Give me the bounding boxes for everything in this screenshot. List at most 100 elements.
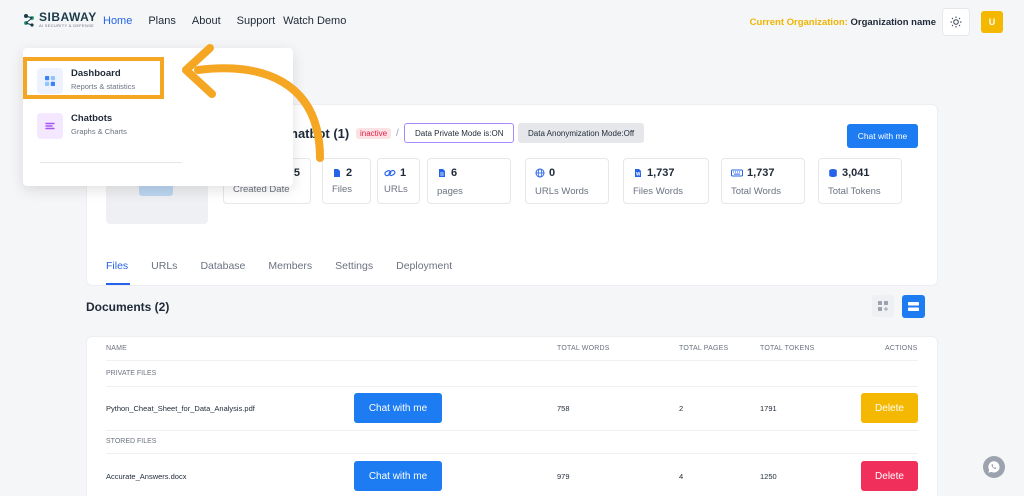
tab-members[interactable]: Members [268, 260, 312, 272]
stat-value: 0 [549, 167, 556, 179]
nav-home[interactable]: Home [103, 15, 132, 27]
stat-pages: 6 pages [427, 158, 511, 204]
section-private-files: PRIVATE FILES [106, 370, 157, 377]
stat-value-row: 3,041 [828, 167, 870, 179]
tutorial-highlight-box [23, 57, 164, 99]
stat-label: URLs Words [535, 186, 589, 197]
org-label: Current Organization: [749, 17, 848, 28]
file-name[interactable]: Python_Cheat_Sheet_for_Data_Analysis.pdf [106, 404, 255, 413]
nav-watch-demo[interactable]: Watch Demo [283, 15, 346, 27]
column-header-tokens: TOTAL TOKENS [760, 345, 815, 352]
active-tab-indicator [106, 283, 130, 285]
file-tokens: 1250 [760, 472, 777, 481]
stat-value-row: 1 [384, 167, 406, 179]
globe-icon [535, 168, 545, 178]
grid-view-button[interactable] [872, 295, 894, 317]
grid-icon [878, 301, 888, 311]
stat-label: pages [437, 186, 463, 197]
stat-value-row: 0 [535, 167, 555, 179]
sun-icon [950, 16, 962, 28]
column-header-words: TOTAL WORDS [557, 345, 610, 352]
tab-deployment[interactable]: Deployment [396, 260, 452, 272]
stat-label: URLs [384, 184, 408, 195]
stat-value: 1 [400, 167, 407, 179]
stat-label: Total Words [731, 186, 781, 197]
list-icon [908, 302, 919, 311]
file-pages: 2 [679, 404, 684, 413]
divider [106, 360, 918, 361]
stat-value-row: 1,737 [731, 167, 775, 179]
keyboard-icon [731, 169, 743, 177]
stat-label: Files Words [633, 186, 683, 197]
divider [106, 453, 918, 454]
word-file-icon: W [635, 169, 641, 177]
nav-support[interactable]: Support [237, 15, 276, 27]
file-pages: 4 [679, 472, 684, 481]
tab-urls[interactable]: URLs [151, 260, 177, 272]
separator: / [396, 128, 399, 139]
file-words: 758 [557, 404, 570, 413]
tab-files[interactable]: Files [106, 260, 128, 272]
tab-settings[interactable]: Settings [335, 260, 373, 272]
whatsapp-chat-button[interactable] [983, 456, 1005, 478]
dropdown-item-chatbots[interactable]: Chatbots Graphs & Charts [37, 113, 127, 139]
stat-value: 2 [346, 167, 353, 179]
file-name[interactable]: Accurate_Answers.docx [106, 472, 186, 481]
divider [106, 430, 918, 431]
stat-urls: 1 URLs [377, 158, 420, 204]
stat-label: Files [332, 184, 353, 195]
column-header-actions: ACTIONS [885, 345, 918, 352]
row-chat-button[interactable]: Chat with me [354, 461, 442, 491]
theme-toggle-button[interactable] [942, 8, 970, 36]
svg-text:W: W [636, 172, 641, 177]
chatbot-title: hatbot (1) [290, 126, 350, 141]
chat-with-me-button[interactable]: Chat with me [847, 124, 918, 148]
dropdown-divider [40, 162, 182, 163]
whatsapp-icon [988, 461, 1000, 473]
dropdown-item-title: Chatbots [71, 113, 113, 124]
private-mode-badge[interactable]: Data Private Mode is:ON [404, 123, 515, 143]
stat-files-words: W 1,737 Files Words [623, 158, 709, 204]
nav-about[interactable]: About [192, 15, 221, 27]
section-stored-files: STORED FILES [106, 438, 157, 445]
stat-total-tokens: 3,041 Total Tokens [818, 158, 902, 204]
stat-value-row: W 1,737 [633, 167, 675, 179]
file-icon [334, 169, 340, 177]
anonymization-mode-badge[interactable]: Data Anonymization Mode:Off [518, 123, 645, 143]
chatbot-tabs: Files URLs Database Members Settings Dep… [106, 260, 475, 272]
brand-logo[interactable]: SIBAWAY AI SECURITY & DEFENSE [22, 11, 97, 28]
stat-value: 5 [293, 167, 300, 179]
stat-label: Total Tokens [828, 186, 881, 197]
list-view-button[interactable] [902, 295, 925, 318]
brand-name: SIBAWAY [39, 10, 97, 24]
status-badge: inactive [356, 128, 392, 139]
brand-tagline: AI SECURITY & DEFENSE [39, 23, 95, 28]
user-avatar[interactable]: U [981, 11, 1003, 33]
chatbot-icon [37, 113, 63, 139]
column-header-name: NAME [106, 345, 128, 352]
stat-value: 1,737 [647, 167, 675, 179]
main-nav: Home Plans About Support Watch Demo [103, 15, 362, 27]
file-words: 979 [557, 472, 570, 481]
stat-value: 6 [451, 167, 458, 179]
link-icon [384, 169, 396, 177]
divider [106, 386, 918, 387]
documents-title: Documents (2) [86, 300, 170, 314]
file-tokens: 1791 [760, 404, 777, 413]
top-navbar: SIBAWAY AI SECURITY & DEFENSE Home Plans… [0, 0, 1024, 46]
database-icon [829, 169, 837, 177]
nav-plans[interactable]: Plans [148, 15, 176, 27]
column-header-pages: TOTAL PAGES [679, 345, 729, 352]
dropdown-item-subtitle: Graphs & Charts [71, 127, 127, 136]
current-organization[interactable]: Current Organization: Organization name [750, 17, 936, 28]
row-chat-button[interactable]: Chat with me [354, 393, 442, 423]
stat-value-row: 2 [332, 167, 352, 179]
logo-mark-icon [24, 13, 34, 27]
stat-value-row: 6 [437, 167, 457, 179]
delete-button[interactable]: Delete [861, 461, 918, 491]
delete-button[interactable]: Delete [861, 393, 918, 423]
stat-files: 2 Files [322, 158, 371, 204]
stat-total-words: 1,737 Total Words [721, 158, 805, 204]
stat-value: 3,041 [842, 167, 870, 179]
tab-database[interactable]: Database [200, 260, 245, 272]
